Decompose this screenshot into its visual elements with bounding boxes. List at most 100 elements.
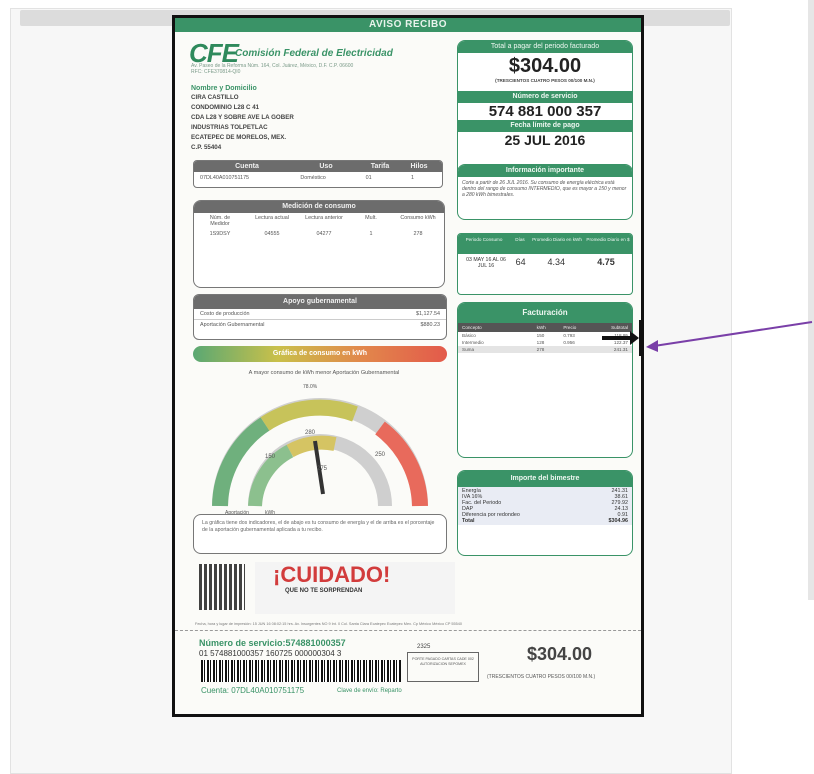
medicion-header: Lectura actual [255, 215, 289, 221]
document-viewer: AVISO RECIBO CFE Comisión Federal de Ele… [0, 0, 814, 774]
footer-divider [175, 630, 641, 631]
medicion-header: Mult. [365, 215, 377, 221]
medicion-title: Medición de consumo [194, 201, 444, 213]
customer-block: CIRA CASTILLO CONDOMINIO L28 C 41 CDA L2… [191, 93, 294, 153]
scrollbar[interactable] [808, 0, 814, 600]
company-name: Comisión Federal de Electricidad [235, 48, 393, 59]
account-values: 07DL40A010751175 Doméstico 01 1 [194, 172, 442, 184]
fact-cell [563, 347, 593, 352]
cuidado-sub: QUE NO TE SORPRENDAN [285, 588, 363, 594]
gauge-outer-yellow [260, 399, 358, 431]
receipt-header: AVISO RECIBO [175, 18, 641, 32]
account-value: 1 [410, 175, 414, 181]
medicion-value: 04555 [264, 231, 280, 237]
limite-date: 25 JUL 2016 [504, 132, 586, 148]
medicion-headers: Núm. de Medidor Lectura actual Lectura a… [194, 213, 444, 229]
customer-line: CDA L28 Y SOBRE AVE LA GOBER [191, 114, 294, 121]
account-header: Tarifa [370, 163, 390, 170]
company-address: Av. Paseo de la Reforma Núm. 164, Col. J… [191, 63, 451, 75]
footer-servicio: Número de servicio:574881000357 [199, 638, 346, 648]
fact-cell: Básico [462, 333, 476, 338]
customer-line: CIRA CASTILLO [191, 94, 239, 101]
medicion-box: Medición de consumo Núm. de Medidor Lect… [193, 200, 445, 288]
facturacion-headers: Concepto kWh Precio Subtotal [458, 323, 632, 332]
periodo-header: Promedio Diario en kWh [532, 237, 582, 242]
periodo-header: Días [515, 237, 525, 242]
qr-code [199, 564, 245, 610]
account-value: 01 [365, 175, 372, 181]
cfe-receipt: AVISO RECIBO CFE Comisión Federal de Ele… [172, 15, 644, 717]
account-value: 07DL40A010751175 [200, 175, 250, 181]
customer-label: Nombre y Domicilio [191, 85, 257, 92]
footer-stamp: PORTE PAGADO CARTAS CADE 002 AUTORIZACIO… [407, 652, 479, 682]
grafica-banner: Gráfica de consumo en kWh [193, 346, 447, 362]
grafica-note-text: La gráfica tiene dos indicadores, el de … [202, 520, 435, 533]
facturacion-title: Facturación [458, 303, 632, 323]
fact-header: Concepto [462, 325, 482, 330]
footer-cuenta: Cuenta: 07DL40A010751175 [201, 686, 305, 695]
gauge-mark: 150 [265, 454, 276, 460]
facturacion-box: Facturación Concepto kWh Precio Subtotal… [457, 302, 633, 458]
info-text: Corte a partir de 26 JUL 2016. Su consum… [462, 180, 627, 198]
gauge-mark: 280 [305, 430, 316, 436]
medicion-value: 278 [413, 231, 423, 237]
gauge-mark: 250 [375, 452, 386, 458]
customer-line: CONDOMINIO L28 C 41 [191, 104, 260, 111]
gauge-inner-yellow [286, 435, 337, 458]
importe-title: Importe del bimestre [458, 471, 632, 487]
cuidado-banner: ¡CUIDADO! QUE NO TE SORPRENDAN [255, 562, 455, 614]
fact-row: Suma 278 241.31 [458, 346, 632, 353]
cuidado-title: ¡CUIDADO! [273, 562, 391, 587]
footer-clave: Clave de envío: Reparto [337, 688, 402, 694]
fact-cell: Suma [462, 347, 475, 352]
fact-cell: 0.956 [563, 340, 575, 345]
importe-row: Total $304.96 [462, 518, 628, 524]
fact-cell: 278 [536, 347, 545, 352]
medicion-header: Lectura anterior [305, 215, 343, 221]
importe-box: Importe del bimestre Energía 241.31 IVA 1… [457, 470, 633, 556]
apoyo-value: $880.23 [420, 322, 441, 328]
periodo-headers: Periodo Consumo Días Promedio Diario en … [458, 234, 632, 254]
limite-label: Fecha límite de pago [458, 120, 632, 132]
pointer-line [653, 321, 813, 347]
print-line: Fecha, hora y lugar de impresión: 15 JUN… [195, 622, 462, 626]
medicion-header: Núm. de Medidor [209, 215, 231, 227]
fact-header: Subtotal [611, 325, 628, 330]
total-label: Total a pagar del periodo facturado [458, 41, 632, 53]
fact-header: kWh [536, 325, 546, 330]
customer-line: ECATEPEC DE MORELOS, MEX. [191, 134, 287, 141]
fact-cell: 128 [536, 340, 545, 345]
medicion-values: 1S9DSY 04555 04277 1 278 [194, 229, 444, 239]
consumption-gauge: 150 280 250 275 Aportación kWh [212, 398, 428, 516]
purple-pointer-arrow [646, 321, 813, 352]
periodo-value: 4.75 [597, 257, 615, 267]
footer-amount: $304.00 [527, 644, 593, 664]
medicion-header: Consumo kWh [400, 215, 436, 221]
marker-arrow-black [602, 336, 632, 340]
apoyo-row: Costo de producción $1,127.54 [194, 309, 446, 320]
rfc-line: RFC: CFE370814-QI0 [191, 69, 241, 75]
footer-code: 2325 [417, 644, 431, 650]
marker-arrow-black-head [630, 331, 639, 345]
importe-rows: Energía 241.31 IVA 16% 38.61 Fac. del Peri… [458, 487, 632, 525]
footer-line2: 01 574881000357 160725 000000304 3 [199, 649, 342, 658]
info-title: Información importante [458, 165, 632, 177]
periodo-values: 03 MAY 16 AL 06 JUL 16 64 4.34 4.75 [458, 254, 632, 272]
servicio-label: Número de servicio [458, 91, 632, 103]
account-value: Doméstico [300, 175, 326, 181]
total-amount: $304.00 [508, 55, 582, 77]
account-box: Cuenta Uso Tarifa Hilos 07DL40A010751175… [193, 160, 443, 188]
servicio-number: 574 881 000 357 [488, 103, 602, 120]
medicion-value: 1S9DSY [209, 231, 231, 237]
info-box: Información importante Corte a partir de… [457, 164, 633, 220]
pointer-head [646, 340, 658, 352]
grafica-note: La gráfica tiene dos indicadores, el de … [193, 514, 447, 554]
fact-row: Intermedio 128 0.956 122.37 [458, 339, 632, 346]
fact-header: Precio [563, 325, 577, 330]
periodo-box: Periodo Consumo Días Promedio Diario en … [457, 233, 633, 295]
medicion-value: 1 [369, 231, 373, 237]
periodo-value: 03 MAY 16 AL 06 JUL 16 [466, 257, 506, 269]
periodo-header: Promedio Diario en $ [586, 237, 630, 242]
account-header: Cuenta [235, 163, 259, 170]
apoyo-label: Costo de producción [200, 311, 250, 317]
